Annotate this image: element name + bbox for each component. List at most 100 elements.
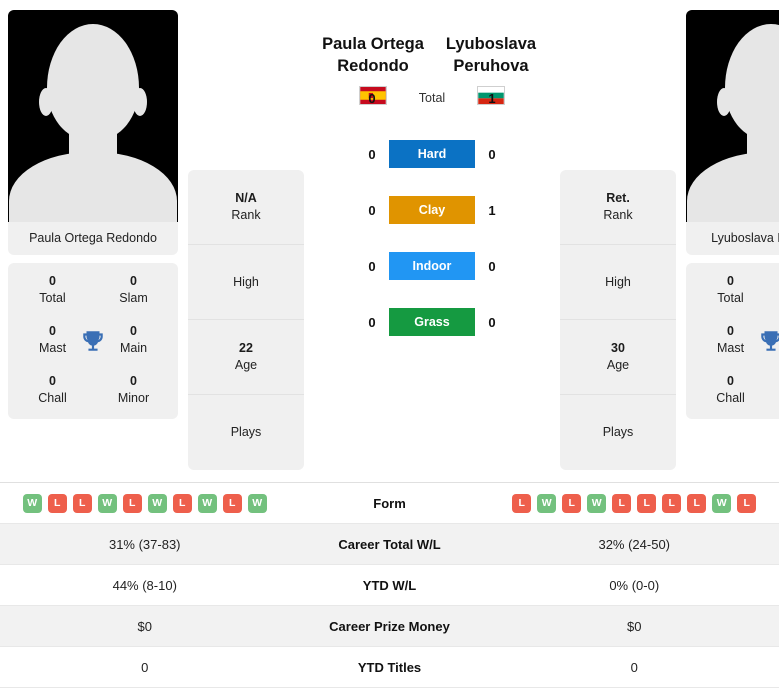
left-form-badge-2[interactable]: L <box>72 493 92 513</box>
right-player-titles-card: 0 Total 0 Slam 0 Mast 0 Main <box>686 263 779 419</box>
h2h-clay-badge: Clay <box>389 196 475 224</box>
left-rank-row: N/A Rank <box>188 170 304 245</box>
right-player-name-line1: Lyuboslava <box>445 35 537 53</box>
left-high-row: High <box>188 245 304 320</box>
right-titles-total-value: 0 <box>727 274 734 288</box>
h2h-row-hard[interactable]: 0 Hard 0 <box>314 126 550 182</box>
right-form-badge-1[interactable]: W <box>537 493 557 513</box>
right-titles-slam: 0 Slam <box>771 273 779 307</box>
table-row-career-prize-money: $0 Career Prize Money $0 <box>0 606 779 647</box>
left-player-titles-card: 0 Total 0 Slam 0 Mast 0 Main 0 Chall 0 M… <box>8 263 178 419</box>
left-titles-chall-value: 0 <box>49 374 56 388</box>
left-form-badge-4[interactable]: L <box>122 493 142 513</box>
comparison-table: WLLWLWLWLW Form LWLWLLLLWL 31% (37-83) C… <box>0 482 779 688</box>
h2h-grass-badge: Grass <box>389 308 475 336</box>
left-titles-chall-label: Chall <box>38 391 67 405</box>
right-titles-chall-value: 0 <box>727 374 734 388</box>
h2h-indoor-right-score: 0 <box>488 258 496 274</box>
right-titles-chall: 0 Chall <box>690 373 771 407</box>
table-row-ytd-titles: 0 YTD Titles 0 <box>0 647 779 688</box>
right-age-value: 30 <box>611 341 625 355</box>
left-career-total-wl: 31% (37-83) <box>108 536 181 552</box>
right-form-cell: LWLWLLLLWL <box>490 493 779 513</box>
left-form-badge-5[interactable]: W <box>147 493 167 513</box>
h2h-grass-left-score: 0 <box>368 314 376 330</box>
row-label-career-total-wl: Career Total W/L <box>338 536 441 552</box>
left-form-cell: WLLWLWLWLW <box>0 493 290 513</box>
right-ytd-titles: 0 <box>630 659 638 675</box>
left-titles-slam: 0 Slam <box>93 273 174 307</box>
right-player-info-panel-column: Ret. Rank High 30 Age Plays <box>560 10 676 470</box>
person-silhouette-icon <box>686 10 779 222</box>
right-form-badge-8[interactable]: W <box>712 493 732 513</box>
head-to-head-center: Paula Ortega Redondo Lyuboslava Peruhova <box>314 10 550 340</box>
left-form-badge-3[interactable]: W <box>97 493 117 513</box>
left-player-avatar-card[interactable]: Paula Ortega Redondo <box>8 10 178 255</box>
person-silhouette-icon <box>8 10 178 222</box>
right-form-badge-5[interactable]: L <box>637 493 657 513</box>
h2h-clay-right-score: 1 <box>488 202 496 218</box>
right-titles-minor: 0 Minor <box>771 373 779 407</box>
h2h-clay-left-score: 0 <box>368 202 376 218</box>
h2h-hard-right-score: 0 <box>488 146 496 162</box>
right-player-info-panel: Ret. Rank High 30 Age Plays <box>560 170 676 470</box>
h2h-total-label: Total <box>418 91 446 105</box>
h2h-row-clay[interactable]: 0 Clay 1 <box>314 182 550 238</box>
right-form-badge-7[interactable]: L <box>687 493 707 513</box>
left-player-name: Paula Ortega Redondo <box>314 10 432 77</box>
h2h-row-grass[interactable]: 0 Grass 0 <box>314 294 550 350</box>
left-rank-value: N/A <box>235 191 257 205</box>
h2h-grass-right-score: 0 <box>488 314 496 330</box>
left-age-label: Age <box>234 358 258 372</box>
left-form-badge-8[interactable]: L <box>222 493 242 513</box>
row-label-career-prize-money: Career Prize Money <box>329 618 450 634</box>
row-label-ytd-titles: YTD Titles <box>357 659 422 675</box>
row-label-ytd-wl: YTD W/L <box>362 577 417 593</box>
left-age-value: 22 <box>239 341 253 355</box>
trophy-icon <box>761 331 779 351</box>
right-player-avatar-card[interactable]: Lyuboslava Peruhova <box>686 10 779 255</box>
right-form-badge-3[interactable]: W <box>587 493 607 513</box>
right-form-badge-9[interactable]: L <box>737 493 757 513</box>
left-titles-chall: 0 Chall <box>12 373 93 407</box>
right-form-badge-0[interactable]: L <box>512 493 532 513</box>
right-rank-value: Ret. <box>606 191 630 205</box>
right-titles-minor-value: 0 <box>771 373 779 390</box>
left-form-badge-1[interactable]: L <box>47 493 67 513</box>
right-plays-row: Plays <box>560 395 676 470</box>
left-form-badge-7[interactable]: W <box>197 493 217 513</box>
right-titles-minor-label: Minor <box>771 390 779 407</box>
h2h-comparison-page: Paula Ortega Redondo 0 Total 0 Slam 0 Ma… <box>0 0 779 699</box>
left-titles-total-value: 0 <box>49 274 56 288</box>
left-titles-minor: 0 Minor <box>93 373 174 407</box>
right-form-badge-4[interactable]: L <box>612 493 632 513</box>
left-form-badge-0[interactable]: W <box>22 493 42 513</box>
left-plays-row: Plays <box>188 395 304 470</box>
h2h-row-indoor[interactable]: 0 Indoor 0 <box>314 238 550 294</box>
h2h-indoor-left-score: 0 <box>368 258 376 274</box>
left-form-badge-9[interactable]: W <box>247 493 267 513</box>
left-plays-label: Plays <box>230 425 262 439</box>
h2h-hard-badge: Hard <box>389 140 475 168</box>
right-rank-row: Ret. Rank <box>560 170 676 245</box>
table-row-career-total-wl: 31% (37-83) Career Total W/L 32% (24-50) <box>0 524 779 565</box>
right-titles-total-label: Total <box>717 291 744 305</box>
right-plays-label: Plays <box>602 425 634 439</box>
table-row-ytd-wl: 44% (8-10) YTD W/L 0% (0-0) <box>0 565 779 606</box>
left-titles-minor-label: Minor <box>117 391 150 405</box>
left-titles-slam-value: 0 <box>130 274 137 288</box>
left-titles-slam-label: Slam <box>119 291 148 305</box>
left-form-badge-6[interactable]: L <box>172 493 192 513</box>
left-titles-minor-value: 0 <box>130 374 137 388</box>
left-form-strip: WLLWLWLWLW <box>0 493 290 513</box>
right-form-badge-2[interactable]: L <box>562 493 582 513</box>
row-label-form: Form <box>373 495 406 511</box>
left-player-column: Paula Ortega Redondo 0 Total 0 Slam 0 Ma… <box>8 10 178 419</box>
h2h-row-total[interactable]: 0 Total 1 <box>314 70 550 126</box>
right-player-name: Lyuboslava Peruhova <box>432 10 550 77</box>
left-career-prize-money: $0 <box>137 618 152 634</box>
right-age-row: 30 Age <box>560 320 676 395</box>
right-ytd-wl: 0% (0-0) <box>609 577 660 593</box>
right-form-badge-6[interactable]: L <box>662 493 682 513</box>
h2h-hard-left-score: 0 <box>368 146 376 162</box>
